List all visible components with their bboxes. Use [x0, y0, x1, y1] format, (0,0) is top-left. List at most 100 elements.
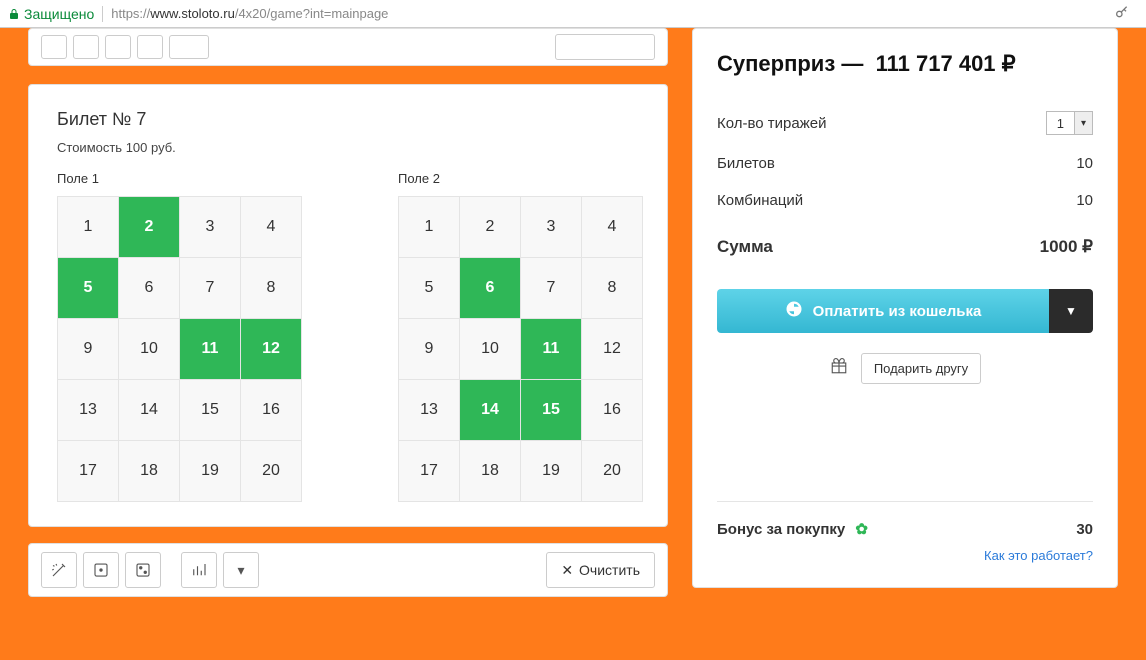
bonus-info-link[interactable]: Как это работает?: [717, 548, 1093, 577]
bonus-label: Бонус за покупку: [717, 521, 845, 538]
top-toolbar: [28, 28, 668, 66]
number-cell-18[interactable]: 18: [460, 441, 520, 501]
field-2-label: Поле 2: [398, 171, 643, 186]
gift-button[interactable]: Подарить другу: [861, 353, 981, 384]
number-cell-4[interactable]: 4: [582, 197, 642, 257]
sum-row: Сумма 1000 ₽: [717, 219, 1093, 267]
magic-wand-button[interactable]: [41, 552, 77, 588]
number-cell-3[interactable]: 3: [180, 197, 240, 257]
number-cell-17[interactable]: 17: [399, 441, 459, 501]
number-cell-15[interactable]: 15: [180, 380, 240, 440]
number-cell-8[interactable]: 8: [241, 258, 301, 318]
gift-row: Подарить другу: [717, 353, 1093, 384]
toolbar-mini-button[interactable]: [73, 35, 99, 59]
number-cell-10[interactable]: 10: [119, 319, 179, 379]
clear-button[interactable]: ✕ Очистить: [546, 552, 655, 588]
draws-value: 1: [1047, 116, 1074, 131]
draws-label: Кол-во тиражей: [717, 115, 827, 132]
number-cell-7[interactable]: 7: [521, 258, 581, 318]
bonus-section: Бонус за покупку ✿ 30 Как это работает?: [717, 501, 1093, 587]
combos-label: Комбинаций: [717, 192, 803, 209]
chevron-down-icon: ▾: [1074, 112, 1092, 134]
number-cell-13[interactable]: 13: [399, 380, 459, 440]
number-cell-9[interactable]: 9: [399, 319, 459, 379]
tickets-label: Билетов: [717, 155, 775, 172]
pay-button-row: Оплатить из кошелька ▼: [717, 289, 1093, 333]
gift-label: Подарить другу: [874, 361, 968, 376]
combos-row: Комбинаций 10: [717, 182, 1093, 219]
stats-button[interactable]: [181, 552, 217, 588]
key-icon[interactable]: [1114, 4, 1130, 23]
dropdown-button[interactable]: ▾: [223, 552, 259, 588]
number-cell-2[interactable]: 2: [460, 197, 520, 257]
url-prefix: https://: [111, 6, 150, 21]
field-2: Поле 2 1234567891011121314151617181920: [398, 171, 643, 502]
sum-label: Сумма: [717, 237, 773, 257]
summary-card: Суперприз — 111 717 401 ₽ Кол-во тиражей…: [692, 28, 1118, 588]
number-cell-8[interactable]: 8: [582, 258, 642, 318]
number-cell-1[interactable]: 1: [399, 197, 459, 257]
secure-label: Защищено: [24, 6, 94, 22]
number-cell-2[interactable]: 2: [119, 197, 179, 257]
number-cell-6[interactable]: 6: [119, 258, 179, 318]
number-cell-15[interactable]: 15: [521, 380, 581, 440]
toolbar-mini-button[interactable]: [137, 35, 163, 59]
number-grid-2: 1234567891011121314151617181920: [398, 196, 643, 502]
ticket-title: Билет № 7: [57, 109, 639, 130]
superprize-row: Суперприз — 111 717 401 ₽: [717, 51, 1093, 77]
number-cell-7[interactable]: 7: [180, 258, 240, 318]
separator: [102, 6, 103, 22]
draws-select[interactable]: 1 ▾: [1046, 111, 1093, 135]
toolbar-mini-button[interactable]: [169, 35, 209, 59]
number-grid-1: 1234567891011121314151617181920: [57, 196, 302, 502]
number-cell-11[interactable]: 11: [521, 319, 581, 379]
wallet-icon: [785, 300, 803, 322]
number-cell-9[interactable]: 9: [58, 319, 118, 379]
toolbar-outline-button[interactable]: [555, 34, 655, 60]
field-1-label: Поле 1: [57, 171, 302, 186]
ticket-cost: Стоимость 100 руб.: [57, 140, 639, 155]
tickets-value: 10: [1076, 155, 1093, 172]
number-cell-5[interactable]: 5: [399, 258, 459, 318]
number-cell-16[interactable]: 16: [582, 380, 642, 440]
clover-icon: ✿: [855, 521, 868, 538]
combos-value: 10: [1076, 192, 1093, 209]
url-display[interactable]: https://www.stoloto.ru/4x20/game?int=mai…: [111, 6, 1114, 21]
toolbar-mini-button[interactable]: [105, 35, 131, 59]
sum-value: 1000 ₽: [1040, 237, 1093, 257]
number-cell-5[interactable]: 5: [58, 258, 118, 318]
actions-toolbar: ▾ ✕ Очистить: [28, 543, 668, 597]
number-cell-3[interactable]: 3: [521, 197, 581, 257]
draws-row: Кол-во тиражей 1 ▾: [717, 101, 1093, 145]
pay-dropdown[interactable]: ▼: [1049, 289, 1093, 333]
ticket-card: Билет № 7 Стоимость 100 руб. Поле 1 1234…: [28, 84, 668, 527]
number-cell-6[interactable]: 6: [460, 258, 520, 318]
number-cell-20[interactable]: 20: [582, 441, 642, 501]
number-cell-19[interactable]: 19: [180, 441, 240, 501]
number-cell-11[interactable]: 11: [180, 319, 240, 379]
gift-icon: [829, 357, 849, 380]
dice-1-button[interactable]: [83, 552, 119, 588]
number-cell-12[interactable]: 12: [241, 319, 301, 379]
number-cell-4[interactable]: 4: [241, 197, 301, 257]
toolbar-mini-button[interactable]: [41, 35, 67, 59]
number-cell-12[interactable]: 12: [582, 319, 642, 379]
number-cell-10[interactable]: 10: [460, 319, 520, 379]
dice-2-button[interactable]: [125, 552, 161, 588]
number-cell-1[interactable]: 1: [58, 197, 118, 257]
number-cell-13[interactable]: 13: [58, 380, 118, 440]
number-cell-16[interactable]: 16: [241, 380, 301, 440]
number-cell-20[interactable]: 20: [241, 441, 301, 501]
pay-button[interactable]: Оплатить из кошелька: [717, 289, 1049, 333]
field-1: Поле 1 1234567891011121314151617181920: [57, 171, 302, 502]
number-cell-14[interactable]: 14: [460, 380, 520, 440]
number-cell-17[interactable]: 17: [58, 441, 118, 501]
superprize-value: 111 717 401 ₽: [876, 51, 1016, 76]
url-path: /4x20/game?int=mainpage: [235, 6, 389, 21]
lock-icon: [8, 8, 20, 20]
number-cell-14[interactable]: 14: [119, 380, 179, 440]
tickets-row: Билетов 10: [717, 145, 1093, 182]
number-cell-19[interactable]: 19: [521, 441, 581, 501]
number-cell-18[interactable]: 18: [119, 441, 179, 501]
close-icon: ✕: [561, 562, 573, 579]
